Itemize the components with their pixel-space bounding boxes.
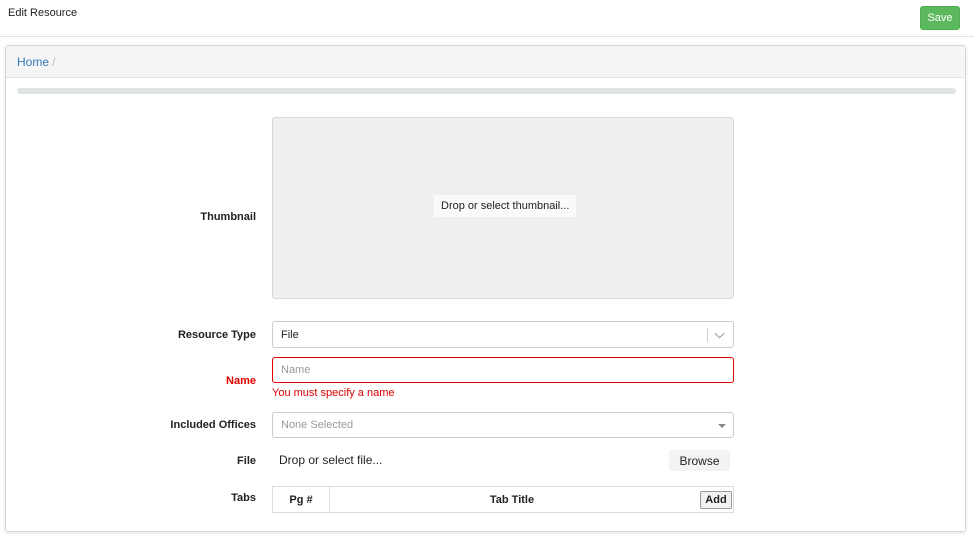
thumbnail-label: Thumbnail <box>200 211 256 223</box>
caret-down-icon[interactable] <box>718 424 726 428</box>
thumbnail-dropzone-text: Drop or select thumbnail... <box>434 195 577 217</box>
name-error-message: You must specify a name <box>272 387 395 399</box>
page-title: Edit Resource <box>8 7 78 19</box>
add-tab-button[interactable]: Add <box>700 491 732 509</box>
resource-type-value: File <box>281 329 299 341</box>
progress-fill <box>17 88 956 94</box>
breadcrumb-separator: / <box>52 55 56 69</box>
included-offices-select[interactable]: None Selected <box>272 412 734 438</box>
resource-type-select[interactable]: File <box>272 321 734 348</box>
file-dropzone-text[interactable]: Drop or select file... <box>279 453 382 467</box>
tabs-label: Tabs <box>231 492 256 504</box>
file-label: File <box>237 455 256 467</box>
tabs-table: Pg # Tab Title Add <box>272 486 734 513</box>
column-header-tab-title: Tab Title <box>489 494 535 506</box>
select-separator <box>707 328 708 342</box>
progress-bar <box>17 88 956 94</box>
name-input[interactable] <box>272 357 734 383</box>
top-bar: Edit Resource Save <box>0 0 974 37</box>
edit-panel: Home / Thumbnail Drop or select thumbnail… <box>5 45 966 532</box>
resource-type-label: Resource Type <box>177 329 256 341</box>
column-header-page-number: Pg # <box>273 487 330 512</box>
name-label: Name <box>226 375 256 387</box>
save-button[interactable]: Save <box>920 6 960 30</box>
breadcrumb-home-link[interactable]: Home <box>17 55 49 69</box>
included-offices-value: None Selected <box>281 419 354 431</box>
included-offices-label: Included Offices <box>170 419 256 431</box>
browse-button[interactable]: Browse <box>669 450 730 471</box>
breadcrumb: Home / <box>6 46 965 78</box>
thumbnail-dropzone[interactable]: Drop or select thumbnail... <box>272 117 734 299</box>
chevron-down-icon[interactable] <box>714 328 725 339</box>
